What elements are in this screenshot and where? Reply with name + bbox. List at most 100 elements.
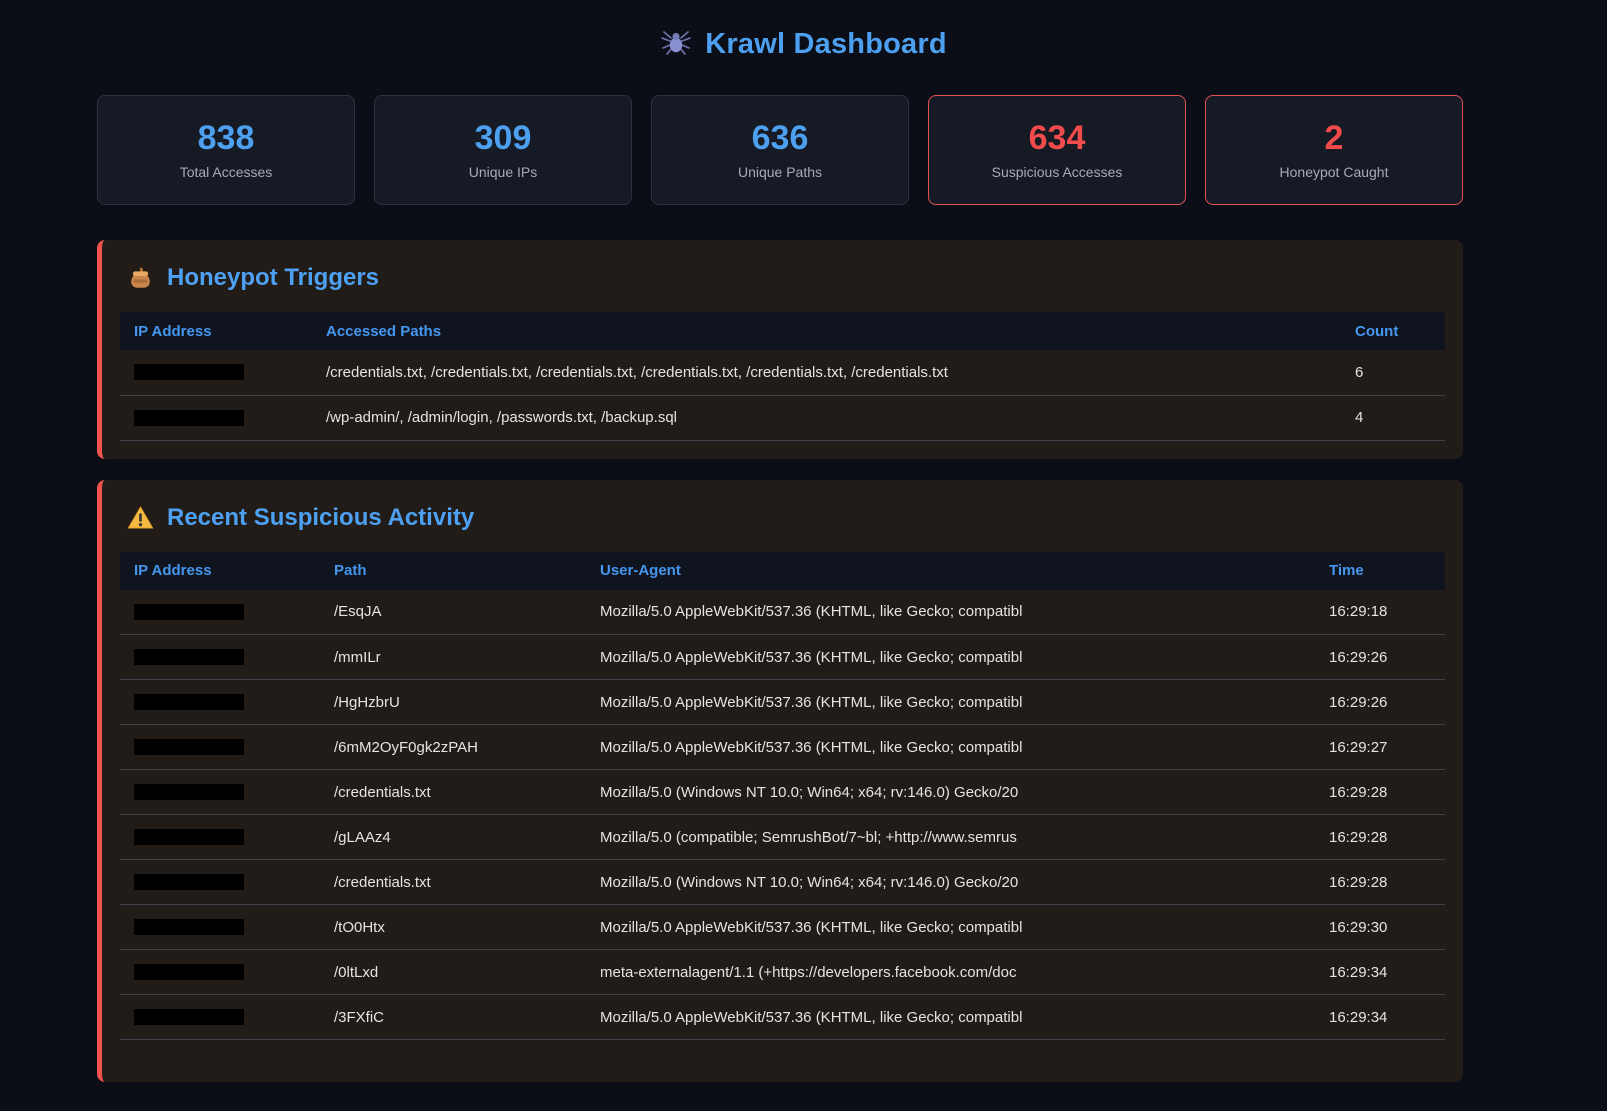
- user-agent-cell: Mozilla/5.0 AppleWebKit/537.36 (KHTML, l…: [586, 905, 1315, 950]
- count-cell: 6: [1341, 350, 1445, 395]
- time-cell: 16:29:18: [1315, 590, 1445, 635]
- honeypot-table-header-row: IP Address Accessed Paths Count: [120, 312, 1445, 350]
- stat-label: Honeypot Caught: [1280, 164, 1389, 180]
- path-cell: /credentials.txt: [320, 770, 586, 815]
- stat-card-total-accesses: 838 Total Accesses: [97, 95, 355, 205]
- table-row: /3FXfiC Mozilla/5.0 AppleWebKit/537.36 (…: [120, 995, 1445, 1040]
- honeypot-triggers-heading: Honeypot Triggers: [120, 264, 1445, 292]
- redacted-ip-bar: [134, 364, 244, 380]
- column-header-ip-address: IP Address: [120, 552, 320, 590]
- table-row: /wp-admin/, /admin/login, /passwords.txt…: [120, 395, 1445, 440]
- redacted-ip-bar: [134, 919, 244, 935]
- user-agent-cell: Mozilla/5.0 AppleWebKit/537.36 (KHTML, l…: [586, 590, 1315, 635]
- path-cell: /EsqJA: [320, 590, 586, 635]
- honeypot-table: IP Address Accessed Paths Count /credent…: [120, 312, 1445, 441]
- paths-cell: /wp-admin/, /admin/login, /passwords.txt…: [312, 395, 1341, 440]
- ip-cell: [120, 860, 320, 905]
- table-row: /0ltLxd meta-externalagent/1.1 (+https:/…: [120, 950, 1445, 995]
- time-cell: 16:29:30: [1315, 905, 1445, 950]
- stat-label: Unique Paths: [738, 164, 822, 180]
- section-title: Recent Suspicious Activity: [167, 504, 474, 532]
- ip-cell: [120, 350, 312, 395]
- activity-table: IP Address Path User-Agent Time /EsqJA M…: [120, 552, 1445, 1041]
- warning-icon: [127, 504, 154, 531]
- column-header-ip-address: IP Address: [120, 312, 312, 350]
- spider-icon: [660, 26, 692, 63]
- user-agent-cell: Mozilla/5.0 (Windows NT 10.0; Win64; x64…: [586, 770, 1315, 815]
- stat-card-suspicious-accesses: 634 Suspicious Accesses: [928, 95, 1186, 205]
- table-row: /HgHzbrU Mozilla/5.0 AppleWebKit/537.36 …: [120, 680, 1445, 725]
- ip-cell: [120, 770, 320, 815]
- stat-value: 634: [1029, 121, 1086, 155]
- stat-value: 2: [1325, 121, 1344, 155]
- stat-card-honeypot-caught: 2 Honeypot Caught: [1205, 95, 1463, 205]
- user-agent-cell: meta-externalagent/1.1 (+https://develop…: [586, 950, 1315, 995]
- user-agent-cell: Mozilla/5.0 AppleWebKit/537.36 (KHTML, l…: [586, 680, 1315, 725]
- ip-cell: [120, 815, 320, 860]
- time-cell: 16:29:28: [1315, 815, 1445, 860]
- time-cell: 16:29:28: [1315, 770, 1445, 815]
- column-header-time: Time: [1315, 552, 1445, 590]
- page-title: Krawl Dashboard: [705, 28, 947, 61]
- redacted-ip-bar: [134, 604, 244, 620]
- count-cell: 4: [1341, 395, 1445, 440]
- column-header-accessed-paths: Accessed Paths: [312, 312, 1341, 350]
- user-agent-cell: Mozilla/5.0 AppleWebKit/537.36 (KHTML, l…: [586, 725, 1315, 770]
- table-row: /tO0Htx Mozilla/5.0 AppleWebKit/537.36 (…: [120, 905, 1445, 950]
- recent-suspicious-activity-heading: Recent Suspicious Activity: [120, 504, 1445, 532]
- main-content: 838 Total Accesses 309 Unique IPs 636 Un…: [97, 95, 1463, 1082]
- path-cell: /gLAAz4: [320, 815, 586, 860]
- stat-label: Unique IPs: [469, 164, 537, 180]
- ip-cell: [120, 725, 320, 770]
- ip-cell: [120, 680, 320, 725]
- time-cell: 16:29:26: [1315, 635, 1445, 680]
- time-cell: 16:29:26: [1315, 680, 1445, 725]
- table-row: /mmILr Mozilla/5.0 AppleWebKit/537.36 (K…: [120, 635, 1445, 680]
- redacted-ip-bar: [134, 829, 244, 845]
- ip-cell: [120, 995, 320, 1040]
- path-cell: /tO0Htx: [320, 905, 586, 950]
- stat-value: 838: [198, 121, 255, 155]
- path-cell: /HgHzbrU: [320, 680, 586, 725]
- redacted-ip-bar: [134, 874, 244, 890]
- user-agent-cell: Mozilla/5.0 (compatible; SemrushBot/7~bl…: [586, 815, 1315, 860]
- path-cell: /3FXfiC: [320, 995, 586, 1040]
- time-cell: 16:29:34: [1315, 995, 1445, 1040]
- path-cell: /0ltLxd: [320, 950, 586, 995]
- stat-card-unique-ips: 309 Unique IPs: [374, 95, 632, 205]
- redacted-ip-bar: [134, 784, 244, 800]
- redacted-ip-bar: [134, 410, 244, 426]
- honeypot-icon: [127, 265, 154, 292]
- honeypot-triggers-panel: Honeypot Triggers IP Address Accessed Pa…: [97, 240, 1463, 459]
- stat-label: Total Accesses: [180, 164, 273, 180]
- table-row: /EsqJA Mozilla/5.0 AppleWebKit/537.36 (K…: [120, 590, 1445, 635]
- ip-cell: [120, 395, 312, 440]
- ip-cell: [120, 590, 320, 635]
- section-title: Honeypot Triggers: [167, 264, 379, 292]
- activity-table-header-row: IP Address Path User-Agent Time: [120, 552, 1445, 590]
- ip-cell: [120, 635, 320, 680]
- paths-cell: /credentials.txt, /credentials.txt, /cre…: [312, 350, 1341, 395]
- stat-label: Suspicious Accesses: [992, 164, 1123, 180]
- user-agent-cell: Mozilla/5.0 AppleWebKit/537.36 (KHTML, l…: [586, 995, 1315, 1040]
- recent-suspicious-activity-panel: Recent Suspicious Activity IP Address Pa…: [97, 480, 1463, 1083]
- table-row: /6mM2OyF0gk2zPAH Mozilla/5.0 AppleWebKit…: [120, 725, 1445, 770]
- app-header: Krawl Dashboard: [0, 0, 1607, 72]
- table-row: /credentials.txt Mozilla/5.0 (Windows NT…: [120, 860, 1445, 905]
- table-row: /credentials.txt Mozilla/5.0 (Windows NT…: [120, 770, 1445, 815]
- stat-value: 636: [752, 121, 809, 155]
- path-cell: /6mM2OyF0gk2zPAH: [320, 725, 586, 770]
- stat-card-unique-paths: 636 Unique Paths: [651, 95, 909, 205]
- redacted-ip-bar: [134, 739, 244, 755]
- redacted-ip-bar: [134, 694, 244, 710]
- time-cell: 16:29:34: [1315, 950, 1445, 995]
- redacted-ip-bar: [134, 964, 244, 980]
- user-agent-cell: Mozilla/5.0 AppleWebKit/537.36 (KHTML, l…: [586, 635, 1315, 680]
- table-row: /gLAAz4 Mozilla/5.0 (compatible; Semrush…: [120, 815, 1445, 860]
- stat-value: 309: [475, 121, 532, 155]
- redacted-ip-bar: [134, 649, 244, 665]
- path-cell: /credentials.txt: [320, 860, 586, 905]
- time-cell: 16:29:27: [1315, 725, 1445, 770]
- user-agent-cell: Mozilla/5.0 (Windows NT 10.0; Win64; x64…: [586, 860, 1315, 905]
- stats-row: 838 Total Accesses 309 Unique IPs 636 Un…: [97, 95, 1463, 205]
